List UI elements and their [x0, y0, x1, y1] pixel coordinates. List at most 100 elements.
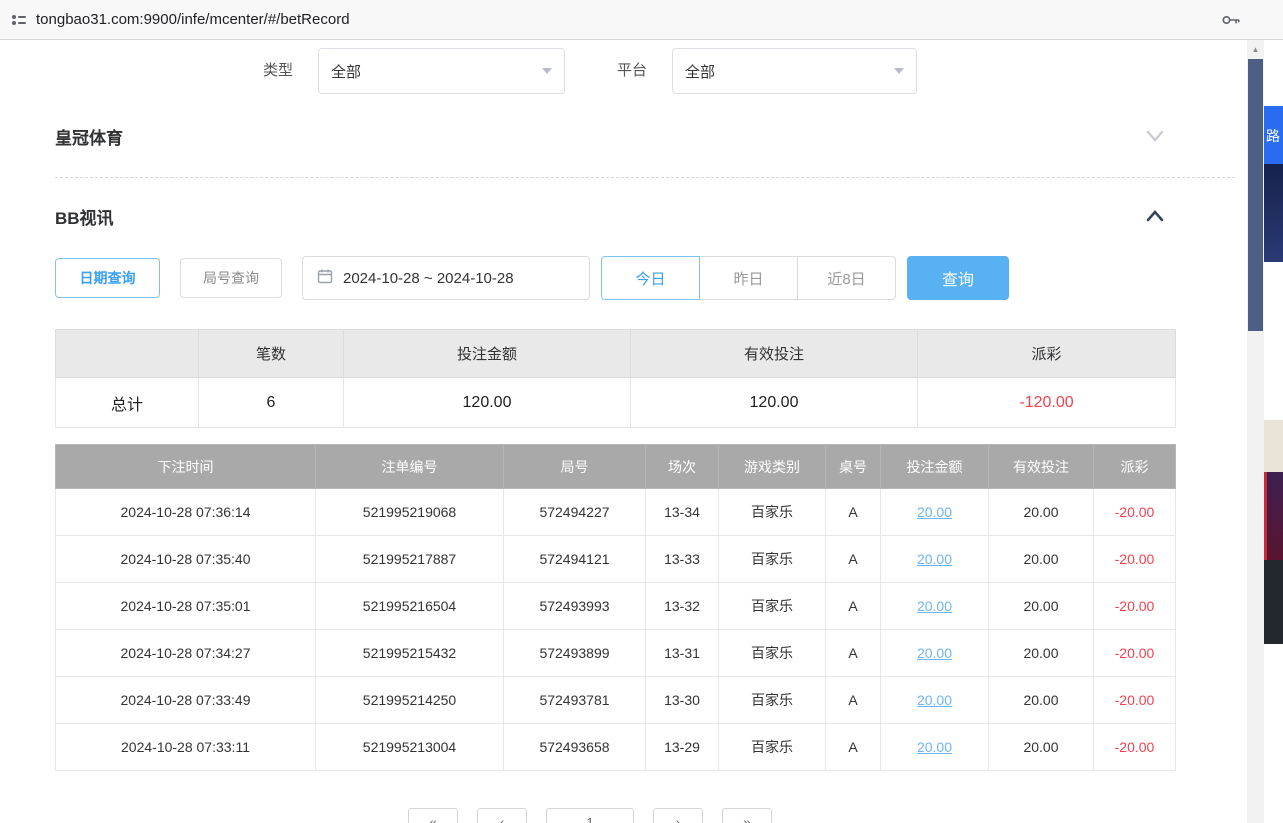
cell-round-id: 572494121 — [504, 536, 646, 583]
cell-bet-time: 2024-10-28 07:35:01 — [56, 583, 316, 630]
table-row: 2024-10-28 07:35:01 521995216504 5724939… — [56, 583, 1176, 630]
header-game-type: 游戏类别 — [719, 445, 826, 489]
cell-order-id: 521995219068 — [316, 489, 504, 536]
search-button[interactable]: 查询 — [907, 256, 1009, 300]
date-range-input[interactable]: 2024-10-28 ~ 2024-10-28 — [302, 256, 590, 300]
calendar-icon — [317, 268, 333, 288]
cell-payout: -20.00 — [1094, 536, 1176, 583]
query-controls: 日期查询 局号查询 2024-10-28 ~ 2024-10-28 今日 昨日 … — [0, 256, 1247, 302]
summary-valid: 120.00 — [631, 378, 918, 428]
chevron-down-icon[interactable] — [1145, 129, 1165, 148]
last-8-days-button[interactable]: 近8日 — [797, 256, 896, 300]
bet-amount-link[interactable]: 20.00 — [917, 692, 952, 708]
pagination-next-button[interactable]: › — [653, 808, 703, 823]
side-image-fragment — [1264, 164, 1283, 262]
type-select[interactable]: 全部 — [318, 48, 565, 94]
cell-bet-time: 2024-10-28 07:35:40 — [56, 536, 316, 583]
cell-game-type: 百家乐 — [719, 677, 826, 724]
cell-round-id: 572493993 — [504, 583, 646, 630]
cell-game-type: 百家乐 — [719, 536, 826, 583]
bet-amount-link[interactable]: 20.00 — [917, 598, 952, 614]
round-query-button[interactable]: 局号查询 — [180, 258, 282, 298]
header-round-id: 局号 — [504, 445, 646, 489]
cell-bet-time: 2024-10-28 07:33:49 — [56, 677, 316, 724]
side-image-fragment — [1264, 420, 1283, 472]
pagination-page-input[interactable]: 1 — [546, 808, 634, 823]
cell-game-type: 百家乐 — [719, 724, 826, 771]
summary-table: 笔数 投注金额 有效投注 派彩 总计 6 120.00 120.00 -120.… — [55, 329, 1176, 428]
cell-payout: -20.00 — [1094, 583, 1176, 630]
pagination-first-button[interactable]: « — [408, 808, 458, 823]
header-payout: 派彩 — [1094, 445, 1176, 489]
bet-amount-link[interactable]: 20.00 — [917, 645, 952, 661]
cell-order-id: 521995214250 — [316, 677, 504, 724]
password-key-icon[interactable] — [1221, 11, 1241, 29]
section-title: BB视讯 — [55, 204, 114, 229]
table-row: 2024-10-28 07:33:49 521995214250 5724937… — [56, 677, 1176, 724]
scrollbar-thumb[interactable] — [1248, 59, 1263, 331]
bet-record-table: 下注时间 注单编号 局号 场次 游戏类别 桌号 投注金额 有效投注 派彩 202… — [55, 444, 1176, 771]
cell-round-id: 572493781 — [504, 677, 646, 724]
scrollbar[interactable]: ▲ — [1247, 40, 1264, 823]
cell-valid-bet: 20.00 — [989, 630, 1094, 677]
yesterday-button[interactable]: 昨日 — [699, 256, 798, 300]
summary-bet: 120.00 — [344, 378, 631, 428]
cell-order-id: 521995215432 — [316, 630, 504, 677]
bet-amount-link[interactable]: 20.00 — [917, 551, 952, 567]
site-info-icon[interactable] — [8, 9, 30, 31]
summary-total-row: 总计 6 120.00 120.00 -120.00 — [56, 378, 1176, 428]
platform-label: 平台 — [617, 47, 647, 95]
platform-select-value: 全部 — [685, 61, 715, 82]
section-bb-video[interactable]: BB视讯 — [55, 196, 1175, 236]
cell-table-no: A — [826, 583, 881, 630]
cell-order-id: 521995217887 — [316, 536, 504, 583]
pagination-prev-button[interactable]: ‹ — [477, 808, 527, 823]
cell-payout: -20.00 — [1094, 724, 1176, 771]
summary-payout: -120.00 — [918, 378, 1176, 428]
cell-order-id: 521995216504 — [316, 583, 504, 630]
scroll-up-arrow[interactable]: ▲ — [1247, 40, 1264, 58]
cell-session: 13-30 — [646, 677, 719, 724]
cell-table-no: A — [826, 677, 881, 724]
chevron-up-icon[interactable] — [1145, 209, 1165, 228]
summary-total-label: 总计 — [56, 378, 199, 428]
pagination: « ‹ 1 › » — [408, 808, 772, 823]
cell-round-id: 572493899 — [504, 630, 646, 677]
section-crown-sports[interactable]: 皇冠体育 — [55, 116, 1175, 156]
table-header-row: 下注时间 注单编号 局号 场次 游戏类别 桌号 投注金额 有效投注 派彩 — [56, 445, 1176, 489]
cell-order-id: 521995213004 — [316, 724, 504, 771]
header-bet-amount: 投注金额 — [881, 445, 989, 489]
side-blue-button-fragment[interactable]: 路 — [1264, 106, 1283, 164]
cell-game-type: 百家乐 — [719, 583, 826, 630]
date-query-button[interactable]: 日期查询 — [55, 258, 160, 298]
cell-table-no: A — [826, 724, 881, 771]
screen: tongbao31.com:9900/infe/mcenter/#/betRec… — [0, 0, 1283, 823]
header-table-no: 桌号 — [826, 445, 881, 489]
pagination-last-button[interactable]: » — [722, 808, 772, 823]
summary-header-valid: 有效投注 — [631, 330, 918, 378]
cell-valid-bet: 20.00 — [989, 583, 1094, 630]
bet-amount-link[interactable]: 20.00 — [917, 504, 952, 520]
cell-bet-time: 2024-10-28 07:34:27 — [56, 630, 316, 677]
cell-valid-bet: 20.00 — [989, 677, 1094, 724]
side-window-fragment: 路 — [1264, 40, 1283, 823]
cell-round-id: 572494227 — [504, 489, 646, 536]
header-valid-bet: 有效投注 — [989, 445, 1094, 489]
side-image-fragment — [1264, 560, 1283, 644]
platform-select[interactable]: 全部 — [672, 48, 917, 94]
table-row: 2024-10-28 07:34:27 521995215432 5724938… — [56, 630, 1176, 677]
cell-session: 13-34 — [646, 489, 719, 536]
quick-range-group: 今日 昨日 近8日 — [601, 256, 896, 300]
table-row: 2024-10-28 07:36:14 521995219068 5724942… — [56, 489, 1176, 536]
url-text[interactable]: tongbao31.com:9900/infe/mcenter/#/betRec… — [36, 0, 350, 40]
cell-bet-time: 2024-10-28 07:36:14 — [56, 489, 316, 536]
bet-amount-link[interactable]: 20.00 — [917, 739, 952, 755]
section-title: 皇冠体育 — [55, 124, 123, 149]
cell-payout: -20.00 — [1094, 489, 1176, 536]
cell-game-type: 百家乐 — [719, 489, 826, 536]
table-row: 2024-10-28 07:33:11 521995213004 5724936… — [56, 724, 1176, 771]
cell-round-id: 572493658 — [504, 724, 646, 771]
today-button[interactable]: 今日 — [601, 256, 700, 300]
filter-row: 类型 全部 平台 全部 — [0, 47, 1247, 95]
cell-session: 13-29 — [646, 724, 719, 771]
